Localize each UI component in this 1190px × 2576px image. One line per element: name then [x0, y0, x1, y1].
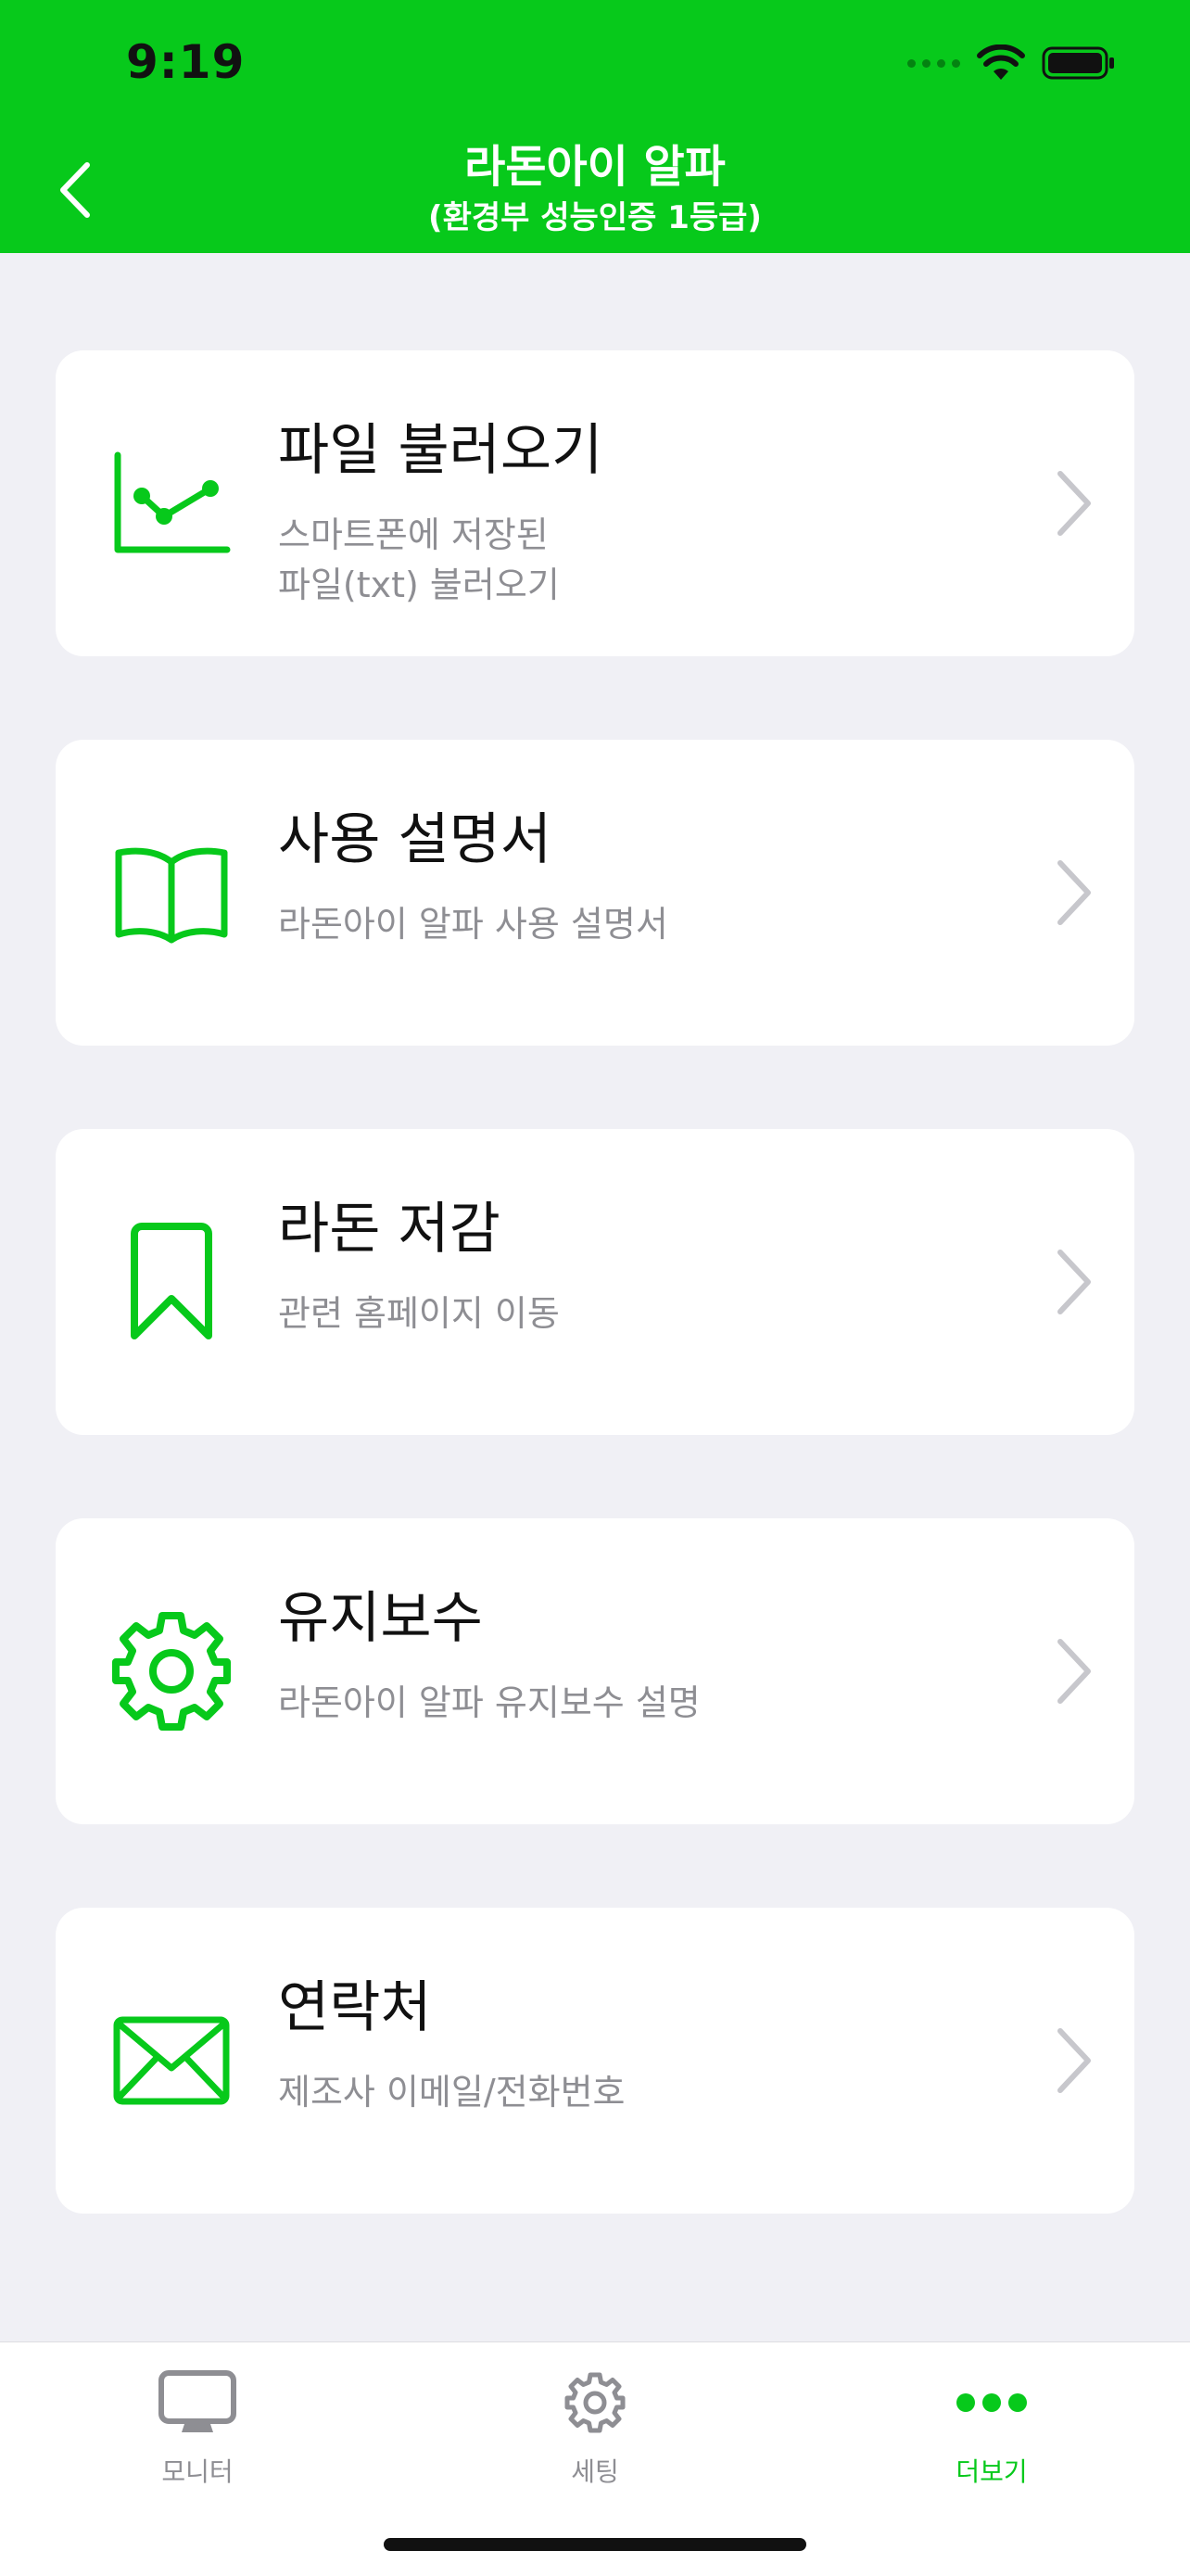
navigation-header: 9:19 라돈아이 알파 (환경부 성능인증 1등급)	[0, 0, 1190, 253]
cellular-signal-icon	[907, 58, 960, 68]
home-indicator[interactable]	[384, 2538, 806, 2551]
menu-item-title: 라돈 저감	[278, 1197, 500, 1262]
gear-icon	[502, 2361, 688, 2444]
menu-item-title: 유지보수	[278, 1586, 483, 1651]
line-chart-icon	[102, 434, 241, 573]
wifi-icon	[977, 44, 1025, 80]
chevron-right-icon	[1057, 2028, 1091, 2093]
menu-item-title: 연락처	[278, 1975, 432, 2040]
chevron-right-icon	[1057, 471, 1091, 536]
menu-item-description: 라돈아이 알파 사용 설명서	[278, 904, 668, 945]
chevron-right-icon	[1057, 1639, 1091, 1704]
menu-item-description: 스마트폰에 저장된 파일(txt) 불러오기	[278, 514, 560, 605]
tab-more[interactable]: 더보기	[899, 2361, 1084, 2500]
open-book-icon	[102, 823, 241, 962]
page-title: 라돈아이 알파	[464, 141, 726, 193]
menu-item-title: 파일 불러오기	[278, 418, 603, 483]
menu-item-user-manual[interactable]: 사용 설명서 라돈아이 알파 사용 설명서	[56, 740, 1134, 1046]
monitor-icon	[105, 2361, 290, 2444]
more-dots-icon	[899, 2361, 1084, 2444]
menu-item-radon-reduction[interactable]: 라돈 저감 관련 홈페이지 이동	[56, 1129, 1134, 1435]
status-icons	[907, 44, 1116, 82]
menu-item-file-load[interactable]: 파일 불러오기 스마트폰에 저장된 파일(txt) 불러오기	[56, 350, 1134, 656]
chevron-right-icon	[1057, 1250, 1091, 1314]
tab-label: 세팅	[571, 2456, 619, 2487]
menu-item-title: 사용 설명서	[278, 807, 552, 872]
menu-item-description: 관련 홈페이지 이동	[278, 1293, 560, 1334]
envelope-icon	[102, 1991, 241, 2130]
page-subtitle: (환경부 성능인증 1등급)	[428, 199, 762, 236]
status-time: 9:19	[126, 35, 246, 89]
tab-settings[interactable]: 세팅	[502, 2361, 688, 2500]
menu-item-maintenance[interactable]: 유지보수 라돈아이 알파 유지보수 설명	[56, 1518, 1134, 1824]
bookmark-icon	[102, 1212, 241, 1351]
battery-icon	[1042, 46, 1114, 80]
tab-monitor[interactable]: 모니터	[105, 2361, 290, 2500]
menu-item-description: 라돈아이 알파 유지보수 설명	[278, 1682, 701, 1723]
gear-icon	[102, 1602, 241, 1741]
menu-item-description: 제조사 이메일/전화번호	[278, 2072, 626, 2113]
chevron-right-icon	[1057, 860, 1091, 925]
menu-item-contact[interactable]: 연락처 제조사 이메일/전화번호	[56, 1908, 1134, 2214]
tab-label: 더보기	[956, 2456, 1028, 2487]
tab-label: 모니터	[161, 2456, 234, 2487]
